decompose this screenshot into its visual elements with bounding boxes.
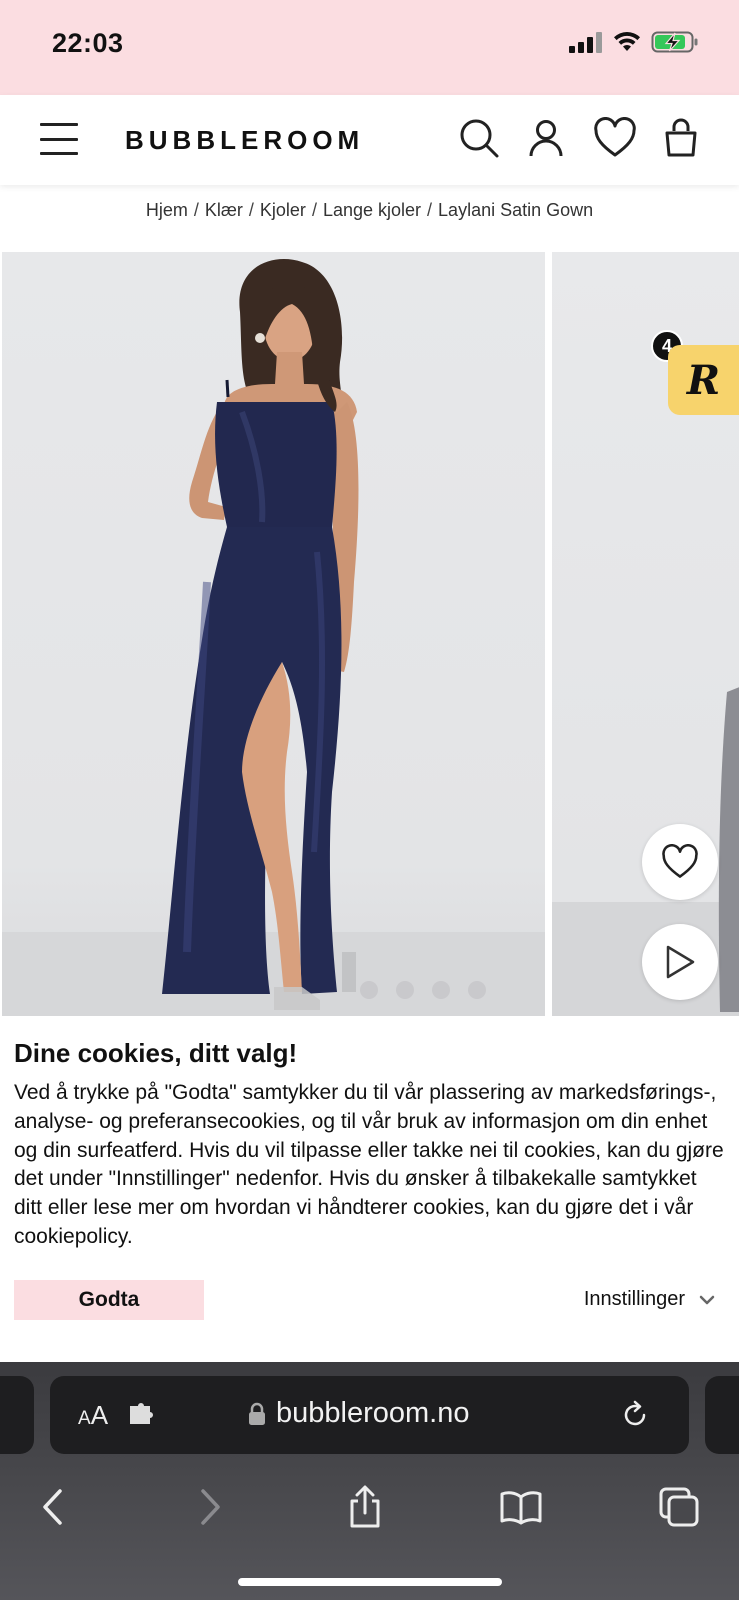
extension-icon[interactable] [128, 1402, 156, 1426]
status-time: 22:03 [52, 28, 124, 58]
cookie-title: Dine cookies, ditt valg! [14, 1038, 298, 1068]
text-size-button[interactable]: AA [78, 1400, 108, 1431]
breadcrumb-separator: / [427, 200, 433, 220]
back-icon [43, 1489, 62, 1525]
forward-icon [201, 1489, 220, 1525]
heart-icon[interactable] [593, 117, 637, 159]
breadcrumb-item[interactable]: Lange kjoler [323, 200, 421, 220]
pagination-dot[interactable] [468, 981, 486, 999]
next-tab-edge[interactable] [705, 1376, 739, 1454]
browser-chrome: AA bubbleroom.no [0, 1362, 739, 1600]
breadcrumb-separator: / [248, 200, 254, 220]
gallery-pagination [360, 981, 486, 999]
share-icon [350, 1485, 380, 1528]
pagination-dot[interactable] [360, 981, 378, 999]
heart-icon [662, 844, 698, 878]
reload-icon[interactable] [620, 1400, 650, 1430]
pagination-dot[interactable] [432, 981, 450, 999]
brand-logo[interactable]: BUBBLEROOM [125, 125, 364, 156]
tabs-icon [659, 1487, 699, 1527]
breadcrumb-separator: / [311, 200, 317, 220]
cellular-signal-icon [569, 32, 602, 53]
breadcrumb-item[interactable]: Hjem [146, 200, 188, 220]
text-size-large: A [90, 1400, 109, 1430]
pagination-dot[interactable] [396, 981, 414, 999]
lock-icon [249, 1402, 265, 1425]
chevron-down-icon [699, 1295, 715, 1304]
address-bar[interactable]: AA bubbleroom.no [50, 1376, 689, 1454]
bookmarks-button[interactable] [496, 1482, 546, 1532]
model-in-dress-illustration [2, 259, 545, 1016]
breadcrumb-item[interactable]: Klær [205, 200, 243, 220]
cookie-body: Ved å trykke på "Godta" samtykker du til… [14, 1081, 724, 1248]
wifi-icon [614, 31, 640, 51]
previous-tab-edge[interactable] [0, 1376, 34, 1454]
wishlist-button[interactable] [642, 824, 718, 900]
status-bar: 22:03 [0, 0, 739, 95]
bookmarks-icon [500, 1491, 542, 1525]
play-icon [666, 945, 695, 979]
product-gallery[interactable]: 4 R [0, 252, 739, 1016]
account-icon[interactable] [525, 117, 567, 159]
breadcrumb-separator: / [193, 200, 199, 220]
breadcrumb-item[interactable]: Kjoler [260, 200, 306, 220]
product-image-main[interactable] [2, 252, 545, 1016]
accept-cookies-button[interactable]: Godta [14, 1280, 204, 1320]
text-size-small: A [78, 1408, 91, 1429]
url-text: bubbleroom.no [276, 1397, 470, 1429]
cookie-banner: Dine cookies, ditt valg! Ved å trykke på… [0, 1016, 739, 1362]
search-icon[interactable] [458, 117, 500, 159]
cookie-settings-label: Innstillinger [583, 1288, 685, 1310]
rewards-badge[interactable]: R [668, 345, 739, 415]
breadcrumb: Hjem / Klær / Kjoler / Lange kjoler / Laylani Sa… [0, 200, 739, 221]
back-button[interactable] [27, 1482, 77, 1532]
play-video-button[interactable] [642, 924, 718, 1000]
battery-charging-icon [651, 31, 698, 53]
site-header: BUBBLEROOM [0, 95, 739, 185]
menu-icon[interactable] [40, 123, 78, 155]
share-button[interactable] [340, 1482, 390, 1532]
shopping-bag-icon[interactable] [660, 117, 702, 159]
home-indicator [238, 1578, 502, 1586]
tabs-button[interactable] [654, 1482, 704, 1532]
status-icons [569, 30, 699, 54]
cookie-settings-button[interactable]: Innstillinger [584, 1288, 715, 1311]
breadcrumb-current: Laylani Satin Gown [438, 200, 594, 220]
forward-button[interactable] [186, 1482, 236, 1532]
